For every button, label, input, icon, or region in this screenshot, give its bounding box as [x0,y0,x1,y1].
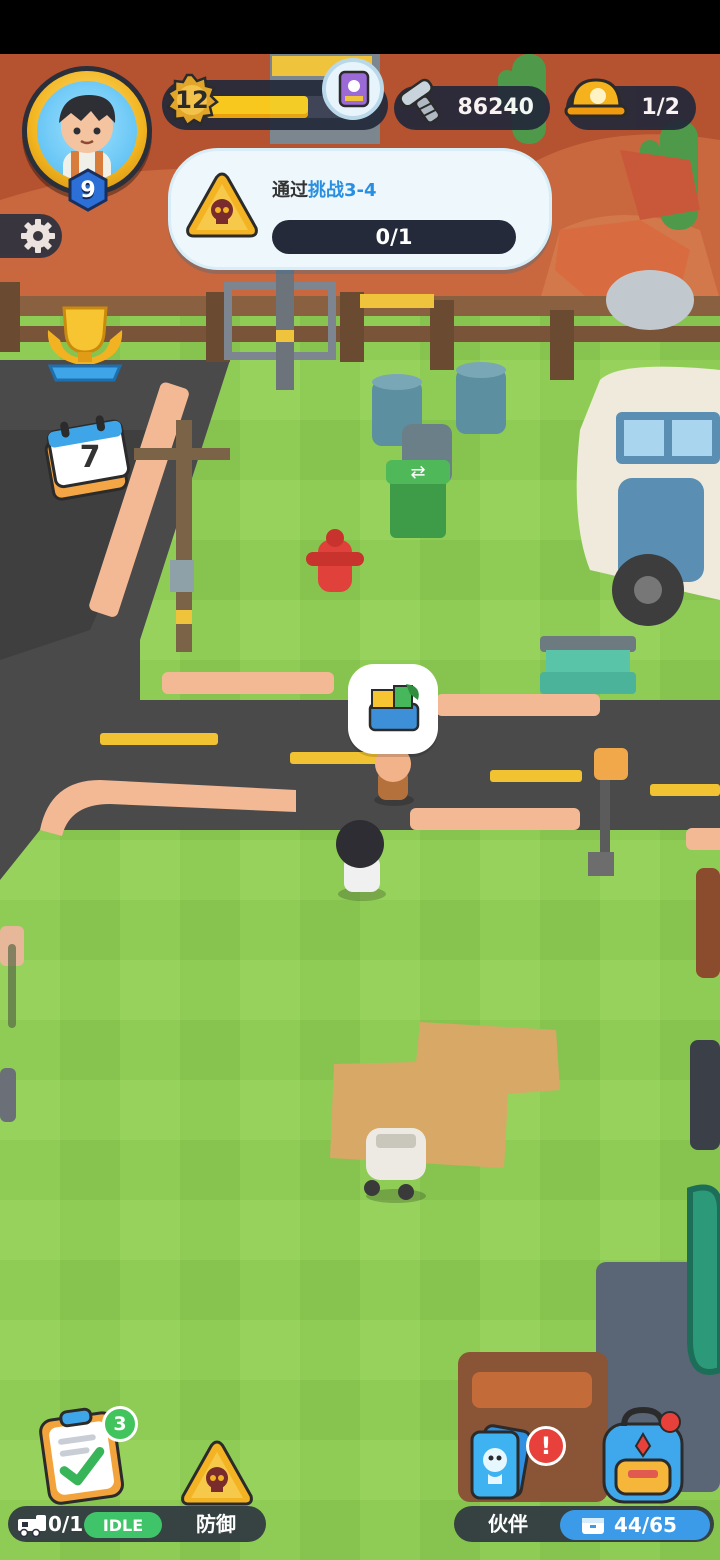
quest-title-highlight: 挑战3-4 [308,180,377,201]
partner-card-icon [470,1424,532,1500]
defense-label: 防御 [196,1512,236,1536]
defense-button[interactable] [178,1438,256,1510]
side-drawer-handle[interactable] [8,944,16,1028]
svg-text:⇄: ⇄ [410,462,425,483]
player-level-badge: 9 [66,168,110,212]
daily-calendar-button[interactable]: 7 [40,412,136,502]
backpack-button[interactable] [594,1404,692,1508]
skull-book-icon [338,70,370,108]
quest-progress-bar: 0/1 [272,220,516,254]
calendar-day-number: 7 [79,440,101,475]
skull-warning-icon [184,170,260,242]
robot-helper[interactable] [364,1128,426,1203]
player-level-value: 9 [80,177,96,203]
partner-alert-badge: ! [526,1426,566,1466]
train-status-badge: IDLE [84,1512,162,1538]
storage-box-icon [580,1514,606,1536]
train-status-text: IDLE [102,1515,144,1535]
settings-button[interactable] [0,214,62,258]
npc-request-bubble[interactable] [348,664,438,754]
boy-avatar-icon [37,81,137,181]
top-black-bar [0,0,720,54]
skull-warning-icon [181,1440,253,1506]
codex-book-button[interactable] [322,58,384,120]
gear-icon [21,219,55,253]
park-bench [540,636,636,694]
xp-fill [206,96,308,118]
quest-title: 通过挑战3-4 [272,176,377,202]
bolts-amount: 86240 [457,95,534,120]
backpack-icon [602,1406,684,1504]
trophy-icon [47,306,123,382]
base-level-gear-icon: 12 [164,72,220,128]
workers-amount: 1/2 [641,95,680,120]
storage-count: 44/65 [614,1513,677,1537]
game-viewport[interactable]: ⇄ 9 12 86240 1/2 通过挑战3-4 0/1 7 3 0/1 IDL… [0,0,720,1560]
recycle-bin: ⇄ [386,460,450,538]
partner-button[interactable] [466,1418,534,1502]
bolt-screw-icon [396,76,450,130]
hard-hat-icon [564,70,628,126]
quest-progress-text: 0/1 [375,225,413,249]
partner-label: 伙伴 [488,1512,528,1536]
train-count: 0/1 [48,1512,84,1536]
tasks-count-badge: 3 [102,1406,138,1442]
train-icon [16,1511,48,1538]
trophy-button[interactable] [36,300,134,388]
partner-alert-mark: ! [540,1432,552,1460]
tasks-count: 3 [113,1413,127,1435]
base-level-value: 12 [175,86,209,114]
supply-crate-icon [368,684,420,732]
quest-title-prefix: 通过 [272,180,308,201]
